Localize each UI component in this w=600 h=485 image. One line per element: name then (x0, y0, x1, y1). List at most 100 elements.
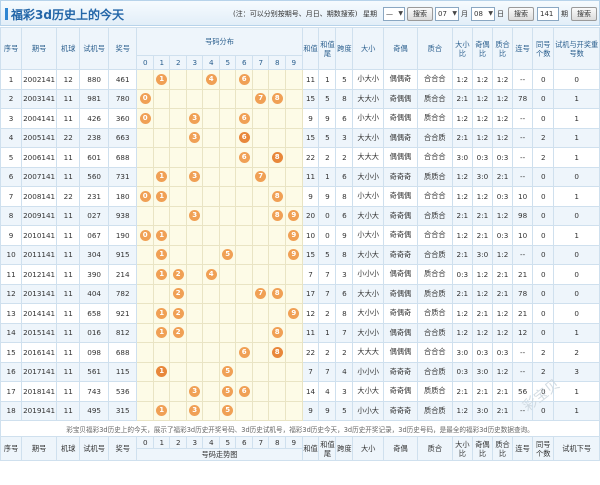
cell-issue: 2002141 (21, 69, 58, 90)
cell-digit-9 (284, 361, 303, 382)
cell-digit-9 (284, 342, 303, 363)
col-same: 同号个数 (532, 27, 555, 70)
cell-digit-2 (169, 127, 187, 148)
cell-same: 0 (532, 88, 555, 109)
cell-oe-ratio: 1:2 (471, 283, 493, 304)
table-row: 2 2003141 11 981 780 0 7 8 15 5 8 大大小 奇偶偶 质合合 2:1 1:2 1:… (0, 88, 600, 109)
col-issue[interactable]: 期号 (21, 27, 58, 70)
cell-prize: 315 (107, 400, 138, 421)
cell-prize: 731 (107, 166, 138, 187)
cell-prize: 688 (107, 147, 138, 168)
cell-span: 5 (335, 69, 354, 90)
cell-digit-1: 1 (152, 361, 171, 382)
cell-digit-4: 4 (202, 264, 220, 285)
cell-trial: 404 (79, 283, 109, 304)
cell-digit-8 (268, 400, 286, 421)
digit-ball: 8 (271, 327, 283, 339)
cell-digit-3 (185, 283, 204, 304)
date-search-button[interactable]: 搜索 (508, 7, 534, 21)
cell-digit-8 (268, 264, 286, 285)
digit-ball: 8 (271, 93, 283, 105)
cell-same: 0 (532, 244, 555, 265)
week-select[interactable]: — ▼ (383, 7, 405, 21)
cell-prime: 质合合 (416, 264, 453, 285)
cell-digit-3: 3 (185, 381, 204, 402)
cell-sum-tail: 2 (318, 303, 337, 324)
cell-trial-open: 1 (553, 322, 600, 343)
cell-prime-ratio: 1:2 (491, 244, 514, 265)
cell-digit-5 (218, 127, 237, 148)
digit-ball: 3 (189, 112, 201, 124)
cell-digit-5: 5 (218, 244, 237, 265)
cell-trial: 495 (79, 400, 109, 421)
cell-digit-3 (185, 225, 204, 246)
period-search-button[interactable]: 搜索 (571, 7, 597, 21)
period-count-input[interactable]: 141 (537, 7, 559, 21)
cell-digit-4 (202, 303, 220, 324)
cell-digit-8: 8 (268, 205, 286, 226)
digit-ball: 7 (255, 93, 267, 105)
cell-digit-9 (284, 127, 303, 148)
cell-digit-7 (251, 342, 270, 363)
cell-sum-tail: 2 (318, 147, 337, 168)
digit-ball: 2 (172, 268, 184, 280)
cell-trial-open: 1 (553, 108, 600, 129)
cell-digit-9 (284, 88, 303, 109)
cell-sum-tail: 7 (318, 283, 337, 304)
foot-digit-9: 9 (284, 436, 303, 449)
cell-digit-8 (268, 381, 286, 402)
cell-trial: 981 (79, 88, 109, 109)
cell-trial-open: 1 (553, 225, 600, 246)
foot-digit-6: 6 (235, 436, 253, 449)
cell-digit-5 (218, 205, 237, 226)
cell-digit-5 (218, 264, 237, 285)
cell-odd-even: 奇奇偶 (383, 205, 418, 226)
cell-digit-5 (218, 283, 237, 304)
col-prime: 质合 (416, 27, 453, 70)
cell-digit-6 (235, 361, 253, 382)
cell-digit-2 (169, 361, 187, 382)
cell-digit-9 (284, 400, 303, 421)
cell-digit-1: 1 (152, 303, 171, 324)
cell-seq: 8 (0, 205, 23, 226)
cell-digit-7 (251, 186, 270, 207)
cell-machine: 11 (56, 147, 81, 168)
cell-trial-open: 1 (553, 186, 600, 207)
cell-size: 大小大 (352, 381, 385, 402)
cell-digit-9 (284, 264, 303, 285)
foot-col-trial-next: 试机下号 (553, 436, 600, 461)
cell-sum-tail: 7 (318, 361, 337, 382)
cell-size-ratio: 1:2 (451, 400, 473, 421)
digit-header-1: 1 (152, 55, 171, 70)
cell-digit-1 (152, 88, 171, 109)
month-select[interactable]: 07 ▼ (435, 7, 459, 21)
cell-digit-7 (251, 244, 270, 265)
month-label: 月 (461, 10, 468, 18)
foot-col-same: 同号个数 (532, 436, 555, 461)
digit-ball: 7 (255, 171, 267, 183)
foot-col-trial: 试机号 (79, 436, 109, 461)
cell-trial: 016 (79, 322, 109, 343)
cell-prime-ratio: 1:2 (491, 303, 514, 324)
digit-ball: 0 (139, 229, 151, 241)
digit-ball: 3 (189, 171, 201, 183)
cell-digit-4 (202, 342, 220, 363)
cell-digit-4 (202, 400, 220, 421)
cell-prime: 合质合 (416, 303, 453, 324)
cell-digit-7 (251, 147, 270, 168)
cell-digit-6 (235, 303, 253, 324)
cell-oe-ratio: 0:3 (471, 342, 493, 363)
cell-sum: 15 (301, 244, 320, 265)
cell-digit-7 (251, 400, 270, 421)
cell-digit-6 (235, 283, 253, 304)
cell-issue: 2011141 (21, 244, 58, 265)
week-search-button[interactable]: 搜索 (407, 7, 433, 21)
day-select[interactable]: 08 ▼ (471, 7, 495, 21)
cell-consecutive: 12 (512, 322, 534, 343)
cell-size: 大小大 (352, 244, 385, 265)
cell-digit-5: 5 (218, 381, 237, 402)
digit-header-7: 7 (251, 55, 270, 70)
cell-odd-even: 奇偶奇 (383, 303, 418, 324)
foot-digit-8: 8 (268, 436, 286, 449)
cell-digit-7 (251, 108, 270, 129)
